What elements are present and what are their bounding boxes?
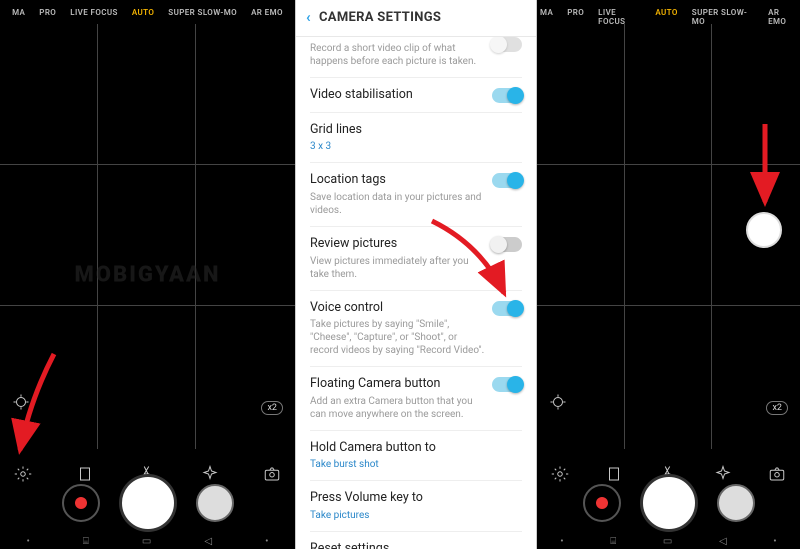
mode-super-slow[interactable]: SUPER SLOW-MO <box>689 6 757 28</box>
setting-title: Grid lines <box>310 122 488 138</box>
camera-settings-panel: ‹ CAMERA SETTINGS Record a short video c… <box>295 0 537 549</box>
setting-sub: Take pictures <box>310 509 488 522</box>
setting-sub: 3 x 3 <box>310 140 488 153</box>
setting-title: Video stabilisation <box>310 87 488 103</box>
camera-mode-strip[interactable]: MA PRO LIVE FOCUS AUTO SUPER SLOW-MO AR … <box>537 6 800 28</box>
exposure-icon[interactable] <box>12 393 30 415</box>
setting-title: Floating Camera button <box>310 376 488 392</box>
toggle[interactable] <box>492 237 522 252</box>
watermark-text: MOBIGYAAN <box>75 262 221 287</box>
mode-live-focus[interactable]: LIVE FOCUS <box>67 6 121 19</box>
setting-review-pictures[interactable]: Review pictures View pictures immediatel… <box>310 227 522 291</box>
setting-title: Location tags <box>310 172 488 188</box>
home-icon[interactable]: ▭ <box>142 536 151 547</box>
android-navbar: • ⌸ ▭ ◁ • <box>537 533 800 549</box>
back-icon[interactable]: ◁ <box>719 536 727 547</box>
mode-live-focus[interactable]: LIVE FOCUS <box>595 6 644 28</box>
mode-super-slow[interactable]: SUPER SLOW-MO <box>165 6 240 19</box>
dot-icon: • <box>560 536 563 547</box>
mode-auto[interactable]: AUTO <box>129 6 157 19</box>
record-button[interactable] <box>583 484 621 522</box>
setting-location-tags[interactable]: Location tags Save location data in your… <box>310 163 522 227</box>
setting-motion-photo[interactable]: Record a short video clip of what happen… <box>310 37 522 78</box>
mode-auto[interactable]: AUTO <box>652 6 680 28</box>
setting-video-stab[interactable]: Video stabilisation <box>310 78 522 113</box>
mode-ar-emo-partial[interactable]: AR EMO <box>765 6 800 28</box>
zoom-indicator[interactable]: x2 <box>261 401 283 415</box>
recents-icon[interactable]: ⌸ <box>83 536 89 547</box>
setting-sub: Take pictures by saying "Smile", "Cheese… <box>310 318 488 357</box>
recents-icon[interactable]: ⌸ <box>610 536 616 547</box>
shutter-button[interactable] <box>643 477 695 529</box>
dot-icon: • <box>773 536 776 547</box>
setting-reset[interactable]: Reset settings <box>310 532 522 549</box>
setting-title: Reset settings <box>310 541 488 549</box>
mode-ama-partial[interactable]: MA <box>537 6 556 28</box>
exposure-icon[interactable] <box>549 393 567 415</box>
settings-title: CAMERA SETTINGS <box>319 10 441 25</box>
dot-icon: • <box>27 536 30 547</box>
android-navbar: • ⌸ ▭ ◁ • <box>0 533 295 549</box>
back-chevron-icon[interactable]: ‹ <box>306 8 311 26</box>
setting-grid-lines[interactable]: Grid lines 3 x 3 <box>310 113 522 164</box>
mode-ar-emo-partial[interactable]: AR EMO <box>248 6 286 19</box>
settings-header: ‹ CAMERA SETTINGS <box>296 0 536 37</box>
toggle[interactable] <box>492 301 522 316</box>
camera-viewfinder-right: MA PRO LIVE FOCUS AUTO SUPER SLOW-MO AR … <box>537 0 800 549</box>
grid-overlay <box>0 24 295 449</box>
camera-viewfinder-left: MA PRO LIVE FOCUS AUTO SUPER SLOW-MO AR … <box>0 0 295 549</box>
setting-title: Voice control <box>310 300 488 316</box>
shutter-button[interactable] <box>122 477 174 529</box>
zoom-indicator[interactable]: x2 <box>766 401 788 415</box>
setting-title: Press Volume key to <box>310 490 488 506</box>
back-icon[interactable]: ◁ <box>204 536 212 547</box>
record-button[interactable] <box>62 484 100 522</box>
floating-camera-button[interactable] <box>746 212 782 248</box>
annotation-arrow-to-floating-button <box>750 120 780 214</box>
camera-mode-strip[interactable]: MA PRO LIVE FOCUS AUTO SUPER SLOW-MO AR … <box>0 6 295 19</box>
dot-icon: • <box>265 536 268 547</box>
setting-sub: Record a short video clip of what happen… <box>310 42 488 68</box>
gallery-preview-button[interactable] <box>717 484 755 522</box>
setting-hold-camera-button[interactable]: Hold Camera button to Take burst shot <box>310 431 522 482</box>
shutter-row <box>537 477 800 529</box>
setting-sub: Take burst shot <box>310 458 488 471</box>
setting-title: Review pictures <box>310 236 488 252</box>
mode-pro[interactable]: PRO <box>564 6 587 28</box>
setting-sub: View pictures immediately after you take… <box>310 255 488 281</box>
shutter-row <box>0 477 295 529</box>
toggle[interactable] <box>492 173 522 188</box>
setting-press-volume-key[interactable]: Press Volume key to Take pictures <box>310 481 522 532</box>
gallery-preview-button[interactable] <box>196 484 234 522</box>
mode-pro[interactable]: PRO <box>36 6 59 19</box>
setting-sub: Save location data in your pictures and … <box>310 191 488 217</box>
setting-voice-control[interactable]: Voice control Take pictures by saying "S… <box>310 291 522 368</box>
setting-floating-camera-button[interactable]: Floating Camera button Add an extra Came… <box>310 367 522 431</box>
setting-title: Hold Camera button to <box>310 440 488 456</box>
toggle[interactable] <box>492 377 522 392</box>
toggle[interactable] <box>492 88 522 103</box>
toggle[interactable] <box>492 37 522 52</box>
setting-sub: Add an extra Camera button that you can … <box>310 395 488 421</box>
home-icon[interactable]: ▭ <box>663 536 672 547</box>
mode-ama-partial[interactable]: MA <box>9 6 28 19</box>
